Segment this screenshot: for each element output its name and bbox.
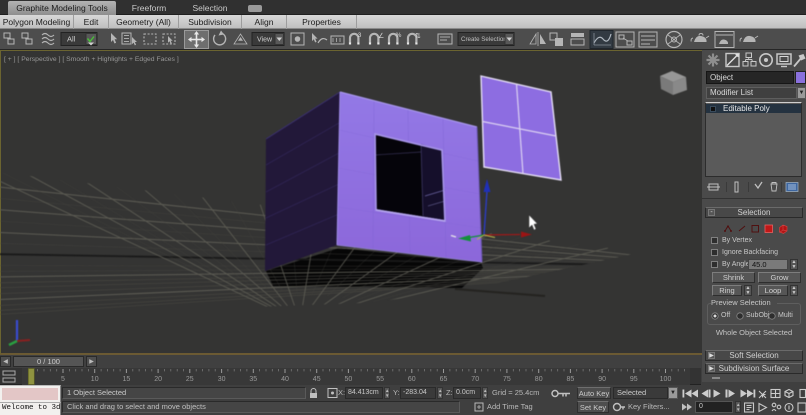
svg-text:55: 55 <box>376 376 384 383</box>
svg-text:15: 15 <box>123 376 131 383</box>
svg-text:90: 90 <box>598 376 606 383</box>
svg-text:45: 45 <box>313 376 321 383</box>
svg-text:3: 3 <box>358 32 362 39</box>
svg-text:20: 20 <box>154 376 162 383</box>
svg-text:25: 25 <box>186 376 194 383</box>
svg-text:50: 50 <box>345 376 353 383</box>
svg-text:10: 10 <box>91 376 99 383</box>
svg-text:⇅: ⇅ <box>415 33 421 40</box>
svg-text:30: 30 <box>218 376 226 383</box>
svg-text:75: 75 <box>503 376 511 383</box>
svg-text:95: 95 <box>630 376 638 383</box>
svg-text:40: 40 <box>281 376 289 383</box>
svg-text:All: All <box>67 35 76 44</box>
svg-text:∠: ∠ <box>378 32 384 40</box>
svg-text:60: 60 <box>408 376 416 383</box>
svg-text:35: 35 <box>249 376 257 383</box>
svg-text:100: 100 <box>660 376 672 383</box>
svg-text:80: 80 <box>535 376 543 383</box>
svg-text:65: 65 <box>440 376 448 383</box>
svg-text:5: 5 <box>61 376 65 383</box>
svg-text:85: 85 <box>567 376 575 383</box>
svg-text:View: View <box>257 37 273 44</box>
svg-text:%: % <box>396 32 402 39</box>
svg-text:70: 70 <box>471 376 479 383</box>
